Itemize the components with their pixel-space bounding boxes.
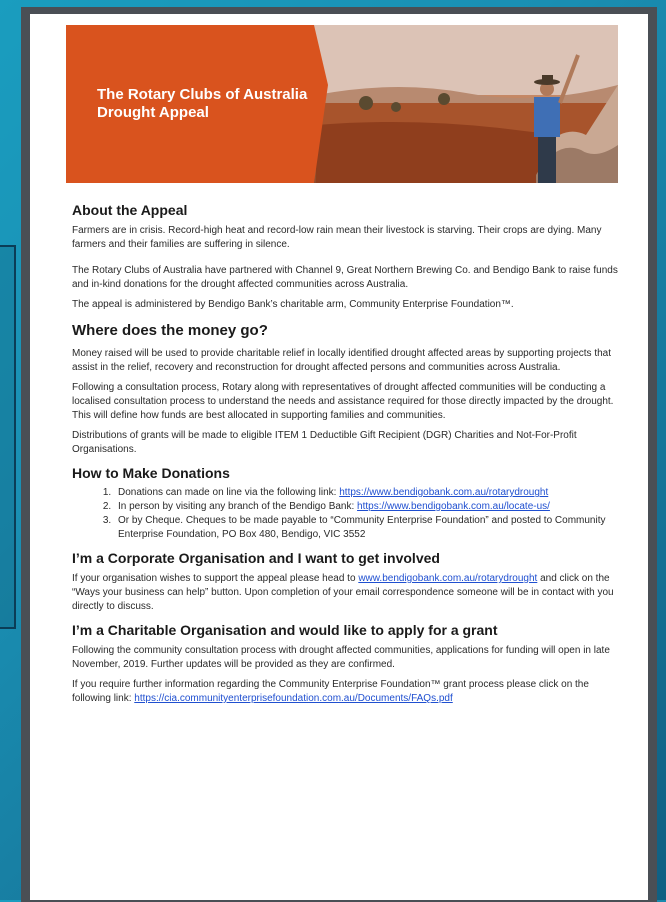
donation-method-online-text: Donations can made on line via the follo… [118,487,340,498]
donation-method-branch: In person by visiting any branch of the … [114,500,622,514]
corporate-rotarydrought-link[interactable]: www.bendigobank.com.au/rotarydrought [358,573,537,584]
rotarydrought-link[interactable]: https://www.bendigobank.com.au/rotarydro… [339,487,548,498]
charitable-paragraph-1: Following the community consultation pro… [72,645,610,670]
locate-us-link[interactable]: https://www.bendigobank.com.au/locate-us… [357,501,550,512]
donation-method-branch-text: In person by visiting any branch of the … [118,501,358,512]
charitable-heading: I’m a Charitable Organisation and would … [72,622,498,638]
banner-title: The Rotary Clubs of Australia Drought Ap… [97,86,308,121]
charitable-paragraph-2: If you require further information regar… [72,678,622,706]
donation-method-cheque: Or by Cheque. Cheques to be made payable… [114,514,622,542]
corporate-text-before: If your organisation wishes to support t… [72,573,359,584]
document-content: About the Appeal Farmers are in crisis. … [72,192,622,706]
money-paragraph-3: Distributions of grants will be made to … [72,430,577,455]
header-banner: The Rotary Clubs of Australia Drought Ap… [66,25,618,183]
corporate-paragraph: If your organisation wishes to support t… [72,572,622,614]
money-paragraph-2: Following a consultation process, Rotary… [72,382,614,421]
background-frame [0,245,16,629]
corporate-heading: I’m a Corporate Organisation and I want … [72,550,440,566]
about-paragraph-1: Farmers are in crisis. Record-high heat … [72,225,602,250]
donations-heading: How to Make Donations [72,465,230,481]
faqs-pdf-link[interactable]: https://cia.communityenterprisefoundatio… [134,693,453,704]
donation-method-online: Donations can made on line via the follo… [114,486,622,500]
money-paragraph-1: Money raised will be used to provide cha… [72,348,612,373]
about-heading: About the Appeal [72,202,188,218]
document-page: The Rotary Clubs of Australia Drought Ap… [30,14,648,900]
money-heading: Where does the money go? [72,322,268,339]
about-paragraph-2: The Rotary Clubs of Australia have partn… [72,265,618,290]
donation-methods-list: Donations can made on line via the follo… [72,486,622,542]
about-paragraph-3: The appeal is administered by Bendigo Ba… [72,299,514,310]
